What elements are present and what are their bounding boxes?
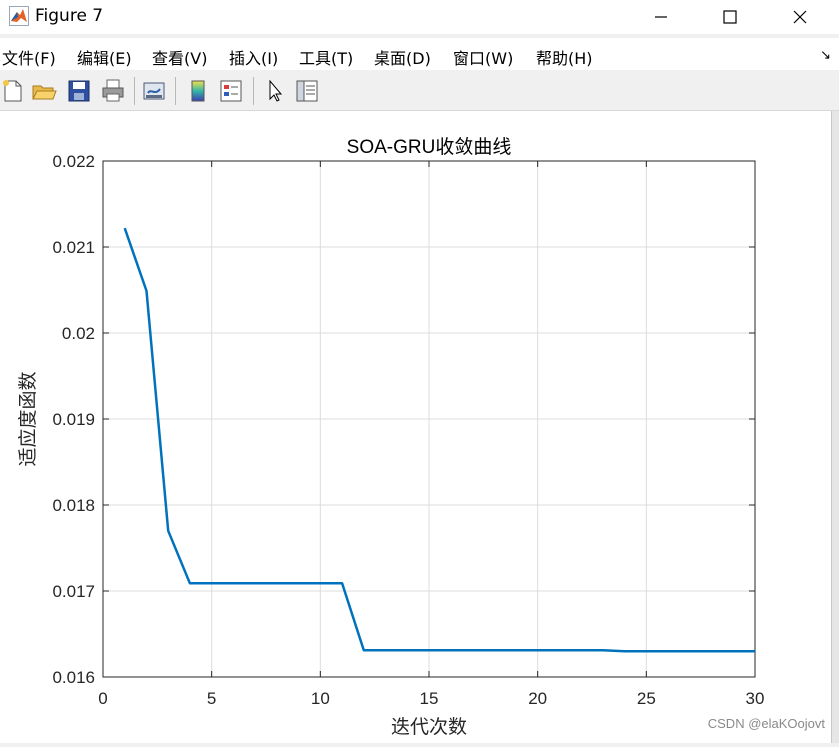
y-tick-label: 0.021 <box>52 238 95 257</box>
maximize-button[interactable] <box>700 0 760 34</box>
link-plot-icon[interactable] <box>141 78 167 104</box>
x-tick-label: 0 <box>98 689 107 708</box>
menu-edit[interactable]: 编辑(E) <box>77 45 132 69</box>
toolbar-separator <box>175 77 176 105</box>
figure-canvas[interactable]: 0 5 10 15 20 25 30 0.016 0.017 0.018 0.019 0.02 0.02… <box>0 111 839 743</box>
minimize-icon <box>655 16 667 18</box>
menu-bar: 文件(F) 编辑(E) 查看(V) 插入(I) 工具(T) 桌面(D) 窗口(W… <box>0 38 839 70</box>
convergence-curve <box>123 227 755 653</box>
toolbar <box>0 72 839 111</box>
watermark: CSDN @elaKOojovt <box>707 716 825 731</box>
x-tick-label: 15 <box>420 689 439 708</box>
open-folder-icon[interactable] <box>31 78 57 104</box>
side-scroll-strip <box>831 111 839 743</box>
menu-file[interactable]: 文件(F) <box>2 45 56 69</box>
maximize-icon <box>723 10 737 24</box>
y-tick-label: 0.022 <box>52 152 95 171</box>
plot-svg: 0 5 10 15 20 25 30 0.016 0.017 0.018 0.019 0.02 0.02… <box>17 136 765 738</box>
chart-title: SOA-GRU收敛曲线 <box>347 136 512 158</box>
close-button[interactable] <box>770 0 830 34</box>
window-title: Figure 7 <box>35 6 104 26</box>
new-figure-icon[interactable] <box>0 78 26 104</box>
y-axis-label: 适应度函数 <box>17 371 39 466</box>
minimize-button[interactable] <box>631 0 691 34</box>
grid-layer <box>103 161 755 677</box>
toolbar-separator <box>253 77 254 105</box>
x-tick-label: 25 <box>637 689 656 708</box>
close-icon <box>793 10 807 24</box>
menu-help[interactable]: 帮助(H) <box>536 45 593 69</box>
y-tick-label: 0.017 <box>52 582 95 601</box>
menu-desktop[interactable]: 桌面(D) <box>374 45 431 69</box>
pointer-icon[interactable] <box>262 78 288 104</box>
legend-icon[interactable] <box>218 78 244 104</box>
property-inspector-icon[interactable] <box>294 78 320 104</box>
x-tick-label: 20 <box>528 689 547 708</box>
print-icon[interactable] <box>100 78 126 104</box>
menu-window[interactable]: 窗口(W) <box>453 45 513 69</box>
x-tick-label: 5 <box>207 689 216 708</box>
x-tick-label: 30 <box>746 689 765 708</box>
y-tick-label: 0.018 <box>52 496 95 515</box>
dock-arrow-icon[interactable]: ↘ <box>820 48 831 63</box>
menu-insert[interactable]: 插入(I) <box>229 45 278 69</box>
title-bar: Figure 7 <box>0 0 839 34</box>
y-tick-label: 0.02 <box>62 324 95 343</box>
matlab-logo-icon <box>9 6 29 26</box>
x-axis-label: 迭代次数 <box>391 716 467 738</box>
toolbar-separator <box>134 77 135 105</box>
y-tick-label: 0.016 <box>52 668 95 687</box>
x-tick-label: 10 <box>311 689 330 708</box>
menu-view[interactable]: 查看(V) <box>152 45 207 69</box>
y-tick-label: 0.019 <box>52 410 95 429</box>
menu-tools[interactable]: 工具(T) <box>299 45 353 69</box>
save-icon[interactable] <box>66 78 92 104</box>
colorbar-icon[interactable] <box>185 78 211 104</box>
